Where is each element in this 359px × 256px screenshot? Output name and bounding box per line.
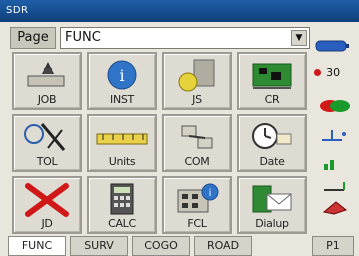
page-dropdown-value: FUNC [65, 30, 101, 45]
tile-jd[interactable]: JD [12, 176, 82, 234]
tile-label: TOL [36, 155, 58, 168]
laser-toggle-icon[interactable] [318, 98, 352, 114]
tile-dialup[interactable]: Dialup [237, 176, 307, 234]
tab-func[interactable]: FUNC [8, 236, 66, 256]
delete-job-icon [25, 183, 69, 217]
record-dot-icon [314, 69, 321, 76]
tile-label: JD [41, 217, 53, 230]
level-bubble-icon[interactable] [318, 126, 352, 144]
function-grid: JOB i INST JS CR TOL Units COM Date JD C… [12, 52, 308, 236]
title-bar: SDR [0, 0, 359, 22]
ruler-icon [96, 133, 148, 145]
tile-js[interactable]: JS [162, 52, 232, 110]
tile-label: Units [108, 155, 136, 168]
tile-tol[interactable]: TOL [12, 114, 82, 172]
tile-com[interactable]: COM [162, 114, 232, 172]
page-dropdown[interactable]: FUNC ▼ [60, 27, 310, 49]
info-icon: i [107, 60, 137, 90]
tile-label: JOB [37, 93, 57, 106]
tab-surv[interactable]: SURV [70, 236, 128, 256]
tile-label: COM [184, 155, 210, 168]
mail-phone-icon [252, 185, 292, 213]
tile-label: CALC [108, 217, 136, 230]
tile-job[interactable]: JOB [12, 52, 82, 110]
page-label: Page [10, 27, 56, 49]
function-config-icon: i [177, 183, 219, 213]
tile-label: FCL [187, 217, 207, 230]
clock-icon [252, 123, 292, 149]
eraser-icon[interactable] [320, 198, 350, 216]
tile-label: Dialup [255, 217, 289, 230]
tile-calc[interactable]: CALC [87, 176, 157, 234]
circuit-board-icon [252, 63, 292, 89]
tolerance-icon [24, 123, 66, 151]
tile-fcl[interactable]: i FCL [162, 176, 232, 234]
battery-icon [315, 40, 349, 52]
tile-label: CR [264, 93, 280, 106]
svg-text:i: i [119, 66, 124, 85]
measure-mode-icon[interactable] [320, 178, 350, 194]
tile-date[interactable]: Date [237, 114, 307, 172]
tile-label: JS [192, 93, 202, 106]
page-selector-bar: Page FUNC ▼ [10, 27, 310, 49]
tile-label: INST [110, 93, 134, 106]
status-panel: 30 [314, 38, 354, 218]
tab-p1[interactable]: P1 [312, 236, 354, 256]
svg-text:i: i [209, 188, 212, 199]
signal-strength-icon [324, 160, 334, 170]
job-icon [27, 62, 65, 87]
tile-cr[interactable]: CR [237, 52, 307, 110]
window-title: SDR [6, 5, 29, 16]
job-settings-icon [178, 59, 215, 92]
communication-icon [181, 125, 213, 149]
chevron-down-icon[interactable]: ▼ [291, 30, 307, 46]
status-count: 30 [326, 66, 341, 79]
tab-cogo[interactable]: COGO [132, 236, 190, 256]
bottom-tab-bar: FUNC SURV COGO ROAD P1 [0, 236, 359, 256]
tile-label: Date [259, 155, 285, 168]
tile-units[interactable]: Units [87, 114, 157, 172]
tile-inst[interactable]: i INST [87, 52, 157, 110]
tab-road[interactable]: ROAD [194, 236, 252, 256]
signal-status: 30 [314, 62, 354, 79]
calculator-icon [110, 183, 134, 215]
